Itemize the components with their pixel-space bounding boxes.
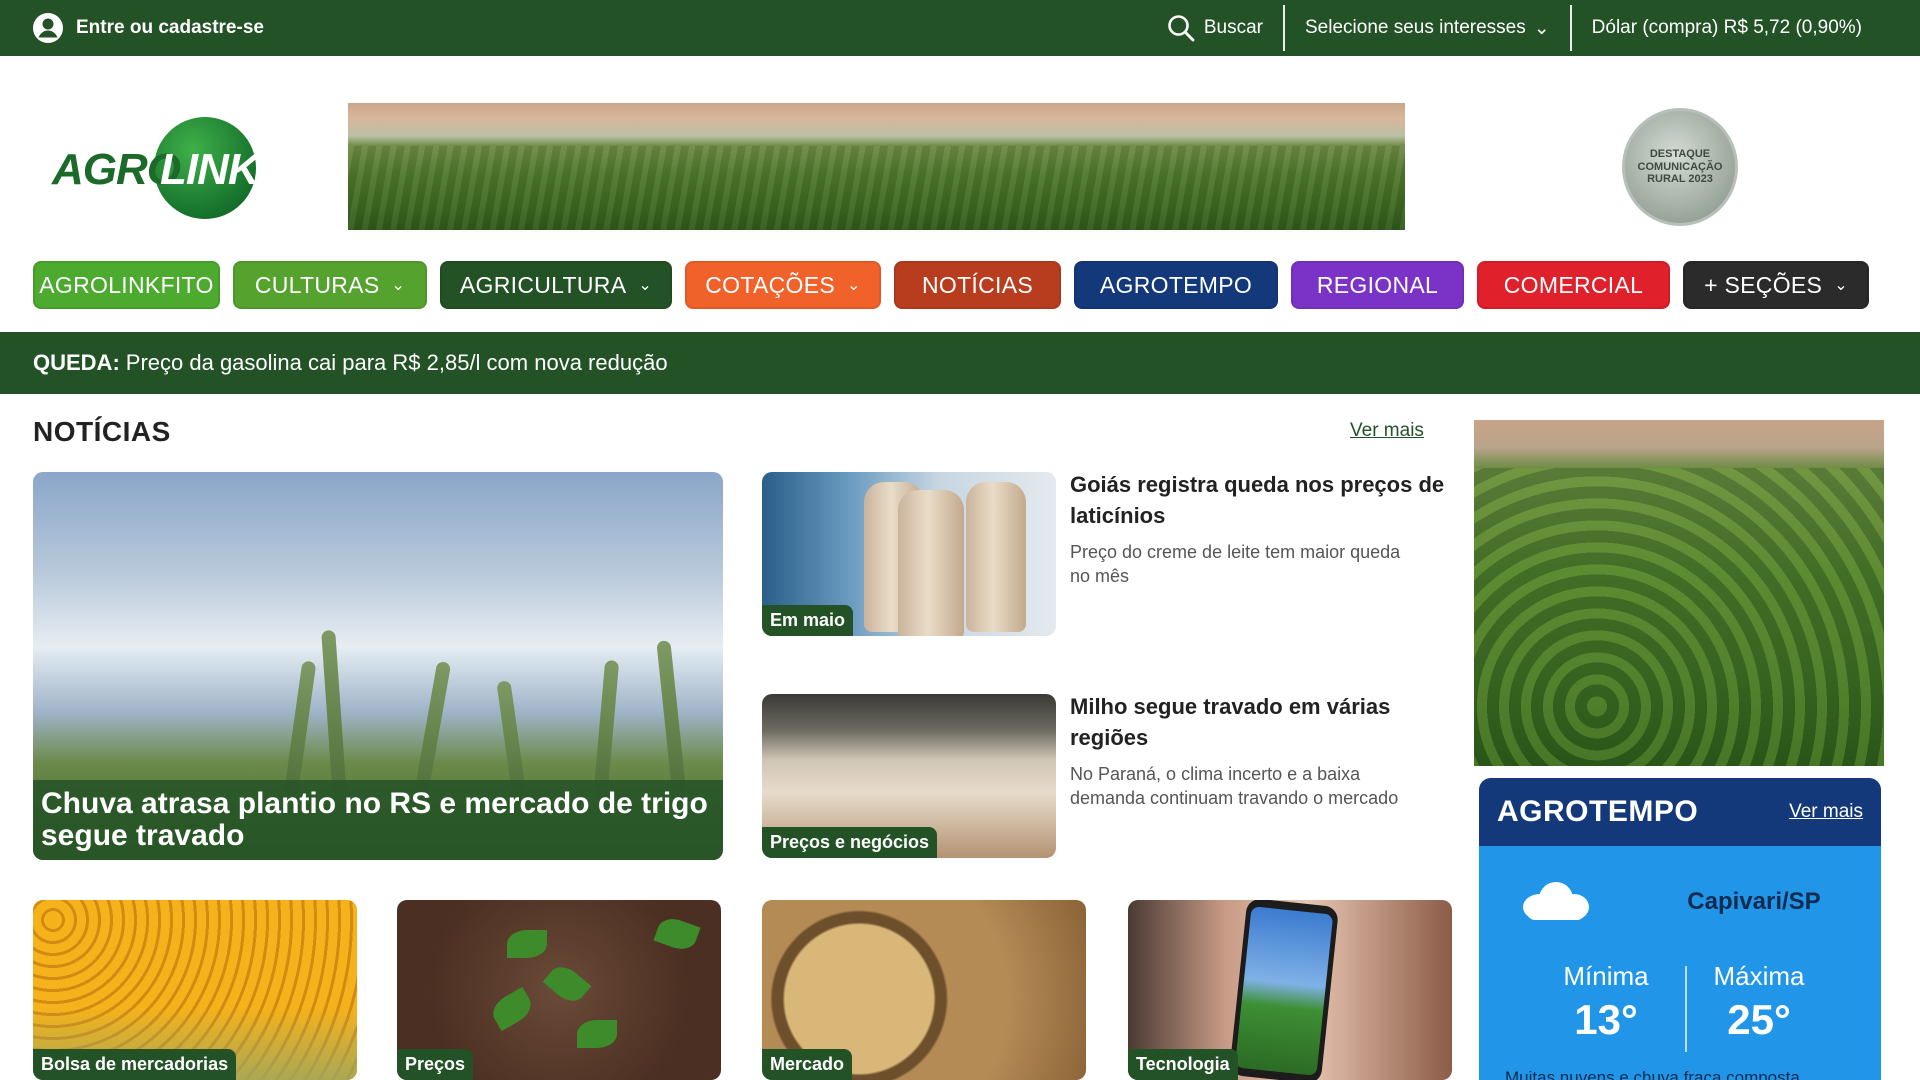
story-image-port[interactable]: Preços e negócios	[762, 694, 1056, 858]
small-card-seedling[interactable]: Preços	[397, 900, 721, 1080]
phone-screen	[1234, 906, 1334, 1076]
nav-item-cota-es[interactable]: COTAÇÕES ⌄	[685, 261, 881, 309]
top-bar: Entre ou cadastre-se Buscar Selecione se…	[0, 0, 1920, 56]
search-button[interactable]: Buscar	[1146, 0, 1283, 56]
hero-news-card[interactable]: Chuva atrasa plantio no RS e mercado de …	[33, 472, 723, 860]
phone	[1228, 900, 1340, 1080]
nav-item-label: COTAÇÕES	[705, 271, 836, 298]
ticker-label: QUEDA:	[33, 350, 120, 375]
chevron-down-icon: ⌄	[1533, 17, 1550, 39]
user-icon	[33, 13, 63, 43]
small-card-corn[interactable]: Bolsa de mercadorias	[33, 900, 357, 1080]
small-card-phone[interactable]: Tecnologia	[1128, 900, 1452, 1080]
seal-text: DESTAQUE COMUNICAÇÃO RURAL 2023	[1637, 148, 1723, 186]
nav-item-comercial[interactable]: COMERCIAL	[1477, 261, 1670, 309]
agrotempo-title: AGROTEMPO	[1497, 795, 1699, 828]
card-tag: Preços	[397, 1049, 474, 1080]
chevron-down-icon: ⌄	[391, 277, 406, 294]
max-temp-value: 25°	[1727, 996, 1791, 1043]
nav-item-label: NOTÍCIAS	[921, 271, 1034, 298]
logo-text-link: LINK	[160, 145, 260, 194]
story-tag: Preços e negócios	[762, 827, 938, 858]
story-title[interactable]: Goiás registra queda nos preços de latic…	[1070, 470, 1450, 532]
agrotempo-ver-mais-link[interactable]: Ver mais	[1789, 801, 1863, 823]
weather-forecast: Muitas nuvens e chuva fraca composta	[1505, 1068, 1800, 1080]
search-label: Buscar	[1203, 17, 1263, 38]
dollar-quote[interactable]: Dólar (compra) R$ 5,72 (0,90%)	[1572, 0, 1882, 56]
header-banner-ad[interactable]	[348, 103, 1405, 230]
nav-item-agricultura[interactable]: AGRICULTURA ⌄	[440, 261, 672, 309]
max-temp: Máxima 25°	[1684, 961, 1834, 1044]
wheat-ear	[656, 640, 687, 801]
weather-city: Capivari/SP	[1687, 888, 1821, 915]
min-temp-label: Mínima	[1563, 961, 1649, 991]
top-bar-right: Buscar Selecione seus interesses ⌄ Dólar…	[1146, 0, 1882, 56]
cloud-icon	[1519, 880, 1589, 920]
small-card-soybeans[interactable]: Mercado	[762, 900, 1086, 1080]
card-tag: Tecnologia	[1128, 1049, 1238, 1080]
nav-item-label: + SEÇÕES	[1704, 271, 1823, 298]
story-subtitle: Preço do creme de leite tem maior queda …	[1070, 542, 1401, 587]
leaf	[487, 986, 537, 1032]
chevron-down-icon: ⌄	[638, 277, 653, 294]
leaf	[542, 960, 592, 1008]
award-seal: DESTAQUE COMUNICAÇÃO RURAL 2023	[1622, 108, 1738, 226]
wheat-ear	[321, 629, 347, 801]
interests-dropdown[interactable]: Selecione seus interesses ⌄	[1285, 0, 1570, 56]
divider	[1283, 5, 1285, 51]
leaf	[507, 930, 547, 958]
nav-item-culturas[interactable]: CULTURAS ⌄	[233, 261, 427, 309]
min-temp: Mínima 13°	[1531, 961, 1681, 1044]
story-title[interactable]: Milho segue travado em várias regiões	[1070, 692, 1450, 754]
nav-item-agrotempo[interactable]: AGROTEMPO	[1074, 261, 1278, 309]
card-tag: Mercado	[762, 1049, 853, 1080]
nav-item-label: AGROLINKFITO	[39, 271, 214, 298]
nav-item-not-cias[interactable]: NOTÍCIAS	[894, 261, 1061, 309]
nav-item-label: REGIONAL	[1316, 271, 1439, 298]
main-nav: AGROLINKFITO CULTURAS ⌄ AGRICULTURA ⌄ COTAÇÕE…	[33, 261, 1869, 309]
news-ver-mais-link[interactable]: Ver mais	[1350, 420, 1424, 442]
max-temp-label: Máxima	[1713, 961, 1805, 991]
interests-label: Selecione seus interesses	[1305, 17, 1526, 38]
min-temp-value: 13°	[1574, 996, 1638, 1043]
search-icon	[1168, 15, 1195, 42]
bottle	[898, 490, 964, 636]
login-link[interactable]: Entre ou cadastre-se	[32, 12, 264, 44]
nav-item-se-es[interactable]: + SEÇÕES ⌄	[1683, 261, 1869, 309]
agrolink-logo[interactable]: AGRO LINK	[50, 115, 260, 219]
dollar-label: Dólar (compra) R$ 5,72 (0,90%)	[1591, 17, 1862, 38]
chevron-down-icon: ⌄	[1834, 277, 1848, 294]
nav-item-label: CULTURAS	[254, 271, 380, 298]
nav-item-label: AGRICULTURA	[459, 271, 627, 298]
ticker-text: Preço da gasolina cai para R$ 2,85/l com…	[125, 350, 668, 375]
news-ticker[interactable]: QUEDA: Preço da gasolina cai para R$ 2,8…	[0, 332, 1920, 394]
story-tag: Em maio	[762, 605, 854, 636]
sidebar-banner-ad[interactable]	[1474, 420, 1884, 766]
login-label: Entre ou cadastre-se	[76, 17, 264, 38]
nav-item-label: AGROTEMPO	[1099, 271, 1253, 298]
leaf	[577, 1020, 617, 1048]
agrotempo-widget: AGROTEMPO Ver mais Capivari/SP Mínima 13…	[1479, 778, 1881, 1080]
chevron-down-icon: ⌄	[847, 277, 861, 294]
card-tag: Bolsa de mercadorias	[33, 1049, 237, 1080]
nav-item-regional[interactable]: REGIONAL	[1291, 261, 1464, 309]
bottle	[966, 482, 1026, 632]
nav-item-label: COMERCIAL	[1503, 271, 1644, 298]
leaf	[653, 914, 701, 954]
agrotempo-header: AGROTEMPO Ver mais	[1479, 778, 1881, 846]
divider	[1569, 5, 1572, 51]
hero-title: Chuva atrasa plantio no RS e mercado de …	[33, 780, 723, 860]
story-subtitle: No Paraná, o clima incerto e a baixa dem…	[1070, 764, 1399, 809]
news-section-title: NOTÍCIAS	[33, 416, 171, 447]
nav-item-agrolinkfito[interactable]: AGROLINKFITO	[33, 261, 220, 309]
story-image-milk[interactable]: Em maio	[762, 472, 1056, 636]
